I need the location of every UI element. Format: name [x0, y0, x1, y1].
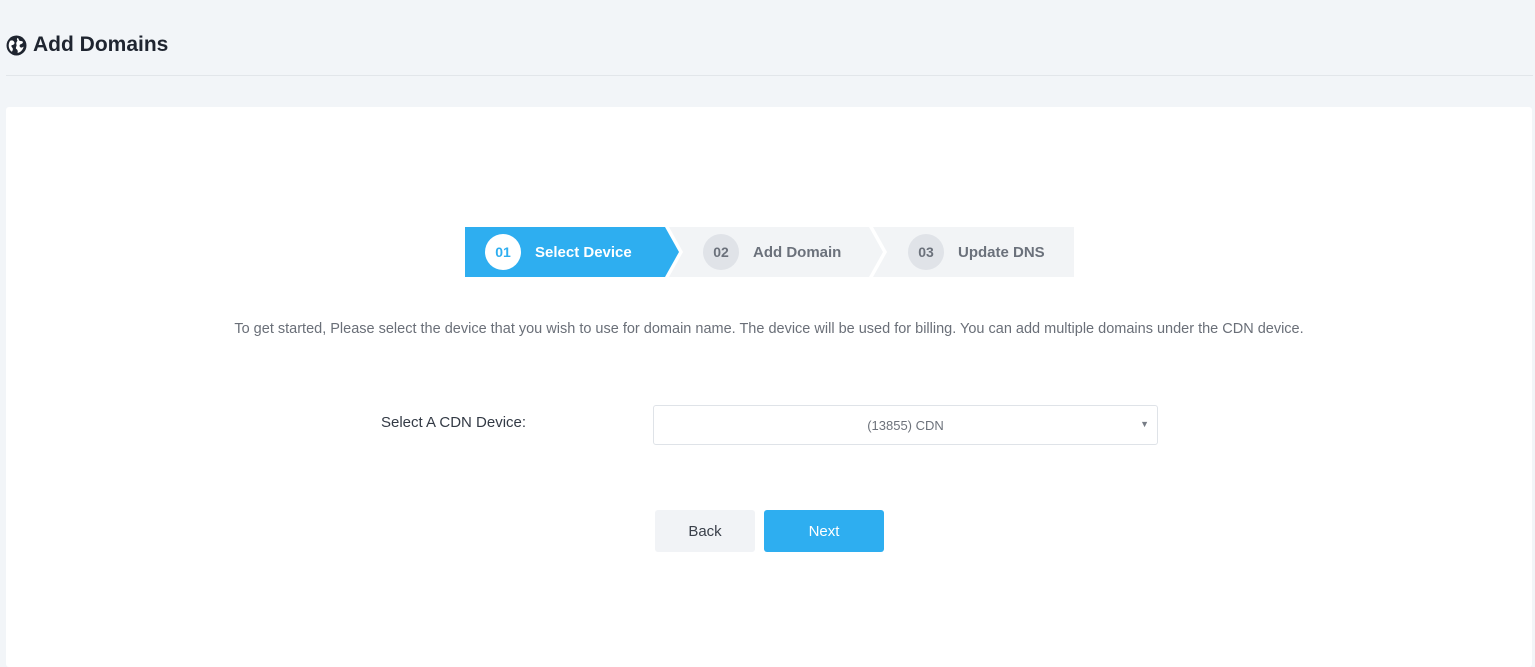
step-update-dns[interactable]: 03 Update DNS: [873, 227, 1074, 277]
globe-icon: [6, 35, 27, 56]
step-number: 03: [908, 234, 944, 270]
cdn-device-label: Select A CDN Device:: [381, 414, 527, 431]
caret-down-icon: ▼: [1140, 419, 1149, 429]
wizard-card: 01 Select Device 02 Add Domain 03 Update…: [6, 107, 1532, 667]
step-add-domain[interactable]: 02 Add Domain: [669, 227, 883, 277]
cdn-device-selected-value: (13855) CDN: [867, 418, 944, 433]
step-label: Add Domain: [753, 243, 842, 261]
page-header: Add Domains: [6, 0, 1533, 76]
step-number: 02: [703, 234, 739, 270]
page-title: Add Domains: [6, 32, 168, 58]
step-label: Select Device: [535, 243, 632, 261]
next-button[interactable]: Next: [764, 510, 884, 552]
step-number: 01: [485, 234, 521, 270]
cdn-device-select[interactable]: (13855) CDN ▼: [653, 405, 1158, 445]
step-label: Update DNS: [958, 243, 1045, 261]
page-title-text: Add Domains: [33, 33, 169, 56]
wizard-stepper: 01 Select Device 02 Add Domain 03 Update…: [465, 227, 1074, 277]
step-select-device[interactable]: 01 Select Device: [465, 227, 679, 277]
back-button[interactable]: Back: [655, 510, 755, 552]
intro-text: To get started, Please select the device…: [234, 321, 1304, 337]
